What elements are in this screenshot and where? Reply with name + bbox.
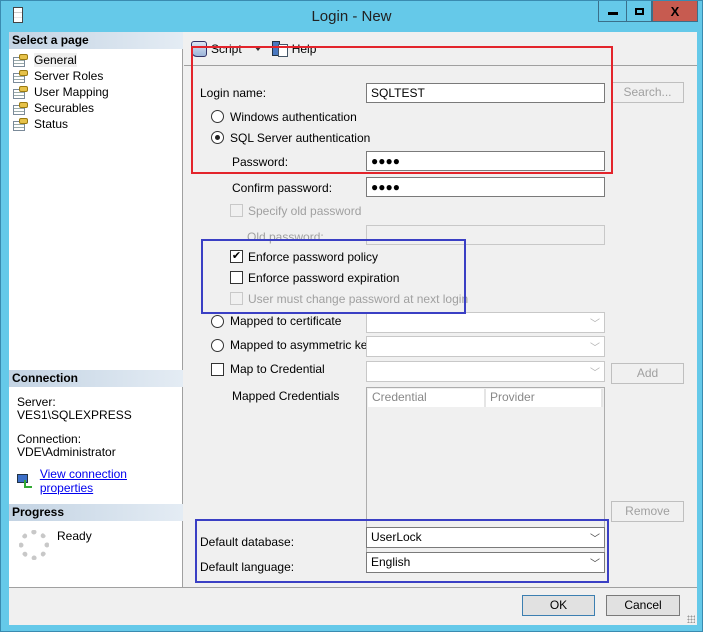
chevron-down-icon: ﹀ [590, 559, 600, 570]
toolbar: Script Help [184, 32, 697, 66]
mapped-cert-radio[interactable] [211, 315, 224, 328]
view-connection-properties-row: View connection properties [17, 467, 182, 495]
connection-heading: Connection [9, 370, 183, 387]
server-value: VES1\SQLEXPRESS [17, 408, 132, 422]
enforce-expiration-checkbox[interactable] [230, 271, 243, 284]
column-provider[interactable]: Provider [486, 389, 603, 407]
chevron-down-icon: ﹀ [590, 534, 600, 545]
title-bar[interactable]: Login - New X [1, 1, 702, 31]
view-connection-properties-link[interactable]: View connection properties [40, 467, 182, 495]
login-new-window: Login - New X Select a page General Serv… [0, 0, 703, 632]
windows-auth-label: Windows authentication [230, 110, 357, 124]
window-title: Login - New [311, 8, 392, 25]
map-credential-checkbox[interactable] [211, 363, 224, 376]
select-page-heading: Select a page [9, 32, 183, 49]
page-icon [13, 53, 29, 67]
script-icon [191, 40, 207, 57]
default-database-label: Default database: [200, 535, 295, 549]
asymmetric-key-select[interactable]: ﹀ [366, 336, 605, 357]
minimize-icon [607, 12, 618, 15]
minimize-button[interactable] [598, 1, 627, 22]
sql-auth-label: SQL Server authentication [230, 131, 371, 145]
login-name-input[interactable]: SQLTEST [366, 83, 605, 103]
column-credential[interactable]: Credential [368, 389, 486, 407]
connection-value: VDE\Administrator [17, 445, 116, 459]
default-language-label: Default language: [200, 560, 295, 574]
page-item-label: User Mapping [34, 85, 109, 99]
connection-properties-icon [17, 474, 33, 488]
close-icon: X [670, 3, 680, 19]
must-change-label: User must change password at next login [248, 292, 469, 306]
dialog-client: Select a page General Server Roles User … [9, 32, 697, 625]
page-item-general[interactable]: General [13, 52, 109, 68]
script-label: Script [211, 41, 242, 56]
page-item-label: Securables [34, 101, 95, 115]
default-language-value: English [371, 555, 411, 569]
chevron-down-icon: ﹀ [590, 368, 600, 379]
connection-info: Server: VES1\SQLEXPRESS Connection: VDE\… [17, 396, 132, 459]
page-item-label: Server Roles [34, 69, 104, 83]
search-button[interactable]: Search... [611, 82, 684, 103]
default-database-value: UserLock [371, 530, 422, 544]
footer-separator [9, 587, 697, 588]
page-icon [13, 69, 29, 83]
enforce-policy-label: Enforce password policy [248, 250, 379, 264]
default-language-select[interactable]: English ﹀ [366, 552, 605, 573]
remove-button[interactable]: Remove [611, 501, 684, 522]
resize-grip-icon[interactable] [687, 615, 695, 623]
checkmark-icon: ✔ [231, 250, 242, 262]
certificate-select[interactable]: ﹀ [366, 312, 605, 333]
chevron-down-icon: ﹀ [590, 343, 600, 354]
old-password-label: Old password: [247, 230, 324, 244]
maximize-icon [634, 7, 644, 15]
mapped-asym-label: Mapped to asymmetric key [230, 338, 374, 352]
close-button[interactable]: X [652, 1, 698, 22]
page-item-securables[interactable]: Securables [13, 100, 109, 116]
mapped-asym-radio[interactable] [211, 339, 224, 352]
ok-button[interactable]: OK [522, 595, 595, 616]
script-button[interactable]: Script [191, 40, 242, 57]
script-dropdown-arrow-icon[interactable] [253, 46, 262, 51]
specify-old-password-label: Specify old password [248, 204, 362, 218]
windows-auth-radio[interactable] [211, 110, 224, 123]
page-item-label: Status [34, 117, 69, 131]
page-item-server-roles[interactable]: Server Roles [13, 68, 109, 84]
must-change-checkbox[interactable] [230, 292, 243, 305]
default-database-select[interactable]: UserLock ﹀ [366, 527, 605, 548]
page-item-label: General [34, 53, 77, 67]
password-label: Password: [232, 155, 289, 169]
page-icon [13, 101, 29, 115]
sql-auth-radio[interactable] [211, 131, 224, 144]
password-input[interactable]: ●●●● [366, 151, 605, 171]
cancel-button[interactable]: Cancel [606, 595, 680, 616]
left-pane: Select a page General Server Roles User … [9, 32, 183, 587]
mapped-credentials-label: Mapped Credentials [232, 389, 340, 403]
map-credential-label: Map to Credential [230, 362, 325, 376]
mapped-cert-label: Mapped to certificate [230, 314, 342, 328]
page-item-user-mapping[interactable]: User Mapping [13, 84, 109, 100]
enforce-expiration-label: Enforce password expiration [248, 271, 400, 285]
grid-header: Credential Provider [368, 389, 603, 407]
progress-spinner-icon [19, 530, 49, 560]
help-label: Help [291, 41, 317, 56]
page-list: General Server Roles User Mapping Secura… [13, 52, 109, 132]
page-icon [13, 85, 29, 99]
help-button[interactable]: Help [271, 40, 317, 57]
chevron-down-icon: ﹀ [590, 319, 600, 330]
add-button[interactable]: Add [611, 363, 684, 384]
progress-status: Ready [57, 529, 92, 543]
page-icon [13, 117, 29, 131]
credential-select[interactable]: ﹀ [366, 361, 605, 382]
confirm-password-input[interactable]: ●●●● [366, 177, 605, 197]
confirm-password-label: Confirm password: [232, 181, 333, 195]
old-password-input[interactable] [366, 225, 605, 245]
login-name-label: Login name: [200, 86, 267, 100]
progress-heading: Progress [9, 504, 183, 521]
enforce-policy-checkbox[interactable]: ✔ [230, 250, 243, 263]
maximize-button[interactable] [626, 1, 652, 22]
page-item-status[interactable]: Status [13, 116, 109, 132]
help-icon [271, 40, 288, 57]
specify-old-password-checkbox[interactable] [230, 204, 243, 217]
